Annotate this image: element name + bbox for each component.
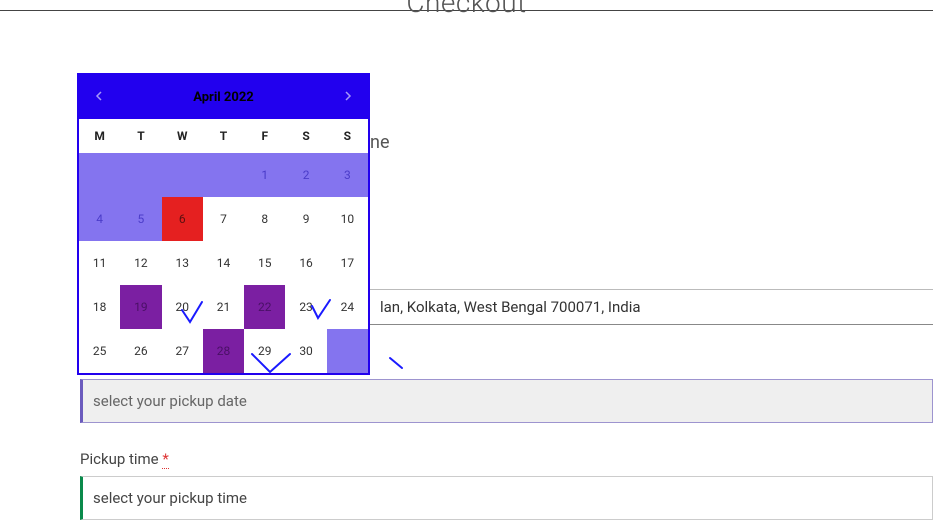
pickup-time-label: Pickup time * <box>80 450 169 468</box>
day-26[interactable]: 26 <box>120 329 161 373</box>
day-2: 2 <box>285 153 326 197</box>
day-8[interactable]: 8 <box>244 197 285 241</box>
day-14[interactable]: 14 <box>203 241 244 285</box>
required-indicator: * <box>162 450 168 469</box>
address-value: lan, Kolkata, West Bengal 700071, India <box>380 298 641 316</box>
day-16[interactable]: 16 <box>285 241 326 285</box>
day-10[interactable]: 10 <box>327 197 368 241</box>
dow-header: S <box>327 119 368 153</box>
chevron-left-icon <box>94 90 104 105</box>
day-19[interactable]: 19 <box>120 285 161 329</box>
next-month-button[interactable] <box>336 85 360 109</box>
day-3: 3 <box>327 153 368 197</box>
pickup-date-placeholder: select your pickup date <box>93 392 247 410</box>
day-23[interactable]: 23 <box>285 285 326 329</box>
day-15[interactable]: 15 <box>244 241 285 285</box>
day-18[interactable]: 18 <box>79 285 120 329</box>
annotation-mark-4 <box>388 356 408 376</box>
day-28[interactable]: 28 <box>203 329 244 373</box>
day-30[interactable]: 30 <box>285 329 326 373</box>
day-27[interactable]: 27 <box>162 329 203 373</box>
day-22[interactable]: 22 <box>244 285 285 329</box>
dow-header: T <box>203 119 244 153</box>
day-blank <box>120 153 161 197</box>
day-24[interactable]: 24 <box>327 285 368 329</box>
background-label-fragment: ne <box>370 132 390 153</box>
day-6[interactable]: 6 <box>162 197 203 241</box>
day-blank <box>79 153 120 197</box>
day-29[interactable]: 29 <box>244 329 285 373</box>
chevron-right-icon <box>343 90 353 105</box>
pickup-date-input[interactable]: select your pickup date <box>80 379 933 423</box>
datepicker-grid: MTWTFSS123456789101112131415161718192021… <box>79 119 368 373</box>
datepicker: April 2022 MTWTFSS1234567891011121314151… <box>77 73 370 375</box>
day-13[interactable]: 13 <box>162 241 203 285</box>
page-title: Checkout <box>406 0 526 19</box>
dow-header: M <box>79 119 120 153</box>
dow-header: S <box>285 119 326 153</box>
day-12[interactable]: 12 <box>120 241 161 285</box>
pickup-time-placeholder: select your pickup time <box>93 489 247 507</box>
datepicker-header: April 2022 <box>79 75 368 119</box>
day-9[interactable]: 9 <box>285 197 326 241</box>
pickup-time-input[interactable]: select your pickup time <box>80 476 933 520</box>
day-4: 4 <box>79 197 120 241</box>
day-25[interactable]: 25 <box>79 329 120 373</box>
day-1: 1 <box>244 153 285 197</box>
dow-header: F <box>244 119 285 153</box>
day-blank <box>203 153 244 197</box>
datepicker-title: April 2022 <box>193 90 254 105</box>
day-5: 5 <box>120 197 161 241</box>
day-7[interactable]: 7 <box>203 197 244 241</box>
day-21[interactable]: 21 <box>203 285 244 329</box>
dow-header: T <box>120 119 161 153</box>
day-20[interactable]: 20 <box>162 285 203 329</box>
day-blank <box>162 153 203 197</box>
day-17[interactable]: 17 <box>327 241 368 285</box>
prev-month-button[interactable] <box>87 85 111 109</box>
day-11[interactable]: 11 <box>79 241 120 285</box>
day-blank <box>327 329 368 373</box>
dow-header: W <box>162 119 203 153</box>
